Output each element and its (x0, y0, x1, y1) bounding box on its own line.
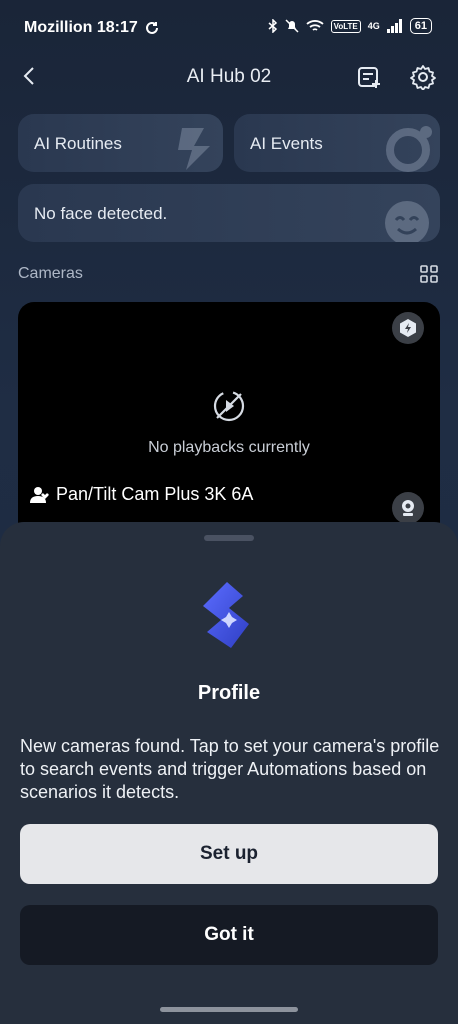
setup-button[interactable]: Set up (20, 824, 438, 884)
network-type: 4G (367, 21, 380, 31)
camera-name: Pan/Tilt Cam Plus 3K 6A (30, 484, 253, 505)
status-right: VoLTE 4G 61 (268, 18, 432, 34)
sheet-description: New cameras found. Tap to set your camer… (20, 736, 440, 802)
sync-icon (145, 21, 158, 34)
camera-webcam-badge[interactable] (392, 492, 424, 524)
cameras-section-label: Cameras (18, 265, 83, 282)
profile-logo-icon (203, 582, 249, 648)
grid-view-icon[interactable] (420, 265, 438, 283)
status-bar: Mozillion 18:17 VoLTE 4G 61 (0, 0, 458, 56)
bluetooth-icon (268, 19, 277, 33)
signal-icon (386, 19, 402, 33)
mute-icon (285, 19, 299, 33)
ai-routines-card[interactable]: AI Routines (18, 114, 223, 172)
carrier-time: Mozillion 18:17 (24, 19, 138, 36)
sheet-title: Profile (197, 682, 261, 704)
profile-bottom-sheet: Profile New cameras found. Tap to set yo… (0, 522, 458, 1024)
face-status-label: No face detected. (34, 204, 168, 223)
sheet-drag-handle[interactable] (204, 535, 254, 541)
got-it-button[interactable]: Got it (20, 905, 438, 965)
face-status-card[interactable]: No face detected. (18, 184, 440, 242)
routines-decor-icon (178, 128, 210, 170)
webcam-icon (402, 500, 414, 516)
home-indicator[interactable] (160, 1007, 298, 1012)
ai-events-card[interactable]: AI Events (234, 114, 440, 172)
camera-name-label: Pan/Tilt Cam Plus 3K 6A (56, 484, 254, 504)
ai-routines-label: AI Routines (34, 134, 122, 153)
no-playback-icon (213, 390, 245, 422)
status-left: Mozillion 18:17 (24, 19, 160, 37)
wifi-icon (305, 20, 324, 31)
events-decor-icon (386, 126, 432, 172)
app-header: AI Hub 02 (0, 56, 458, 100)
face-decor-icon (385, 201, 429, 242)
lightning-hexagon-icon (400, 319, 416, 337)
camera-preview[interactable]: No playbacks currently Pan/Tilt Cam Plus… (18, 302, 440, 542)
camera-power-badge[interactable] (392, 312, 424, 344)
shared-user-icon (30, 486, 49, 503)
battery-indicator: 61 (409, 18, 432, 34)
settings-gear-icon[interactable] (410, 64, 436, 90)
add-list-icon[interactable] (356, 64, 382, 90)
page-title: AI Hub 02 (186, 66, 272, 87)
no-playback-text: No playbacks currently (148, 439, 310, 456)
volte-badge: VoLTE (330, 19, 361, 33)
ai-events-label: AI Events (250, 134, 323, 153)
